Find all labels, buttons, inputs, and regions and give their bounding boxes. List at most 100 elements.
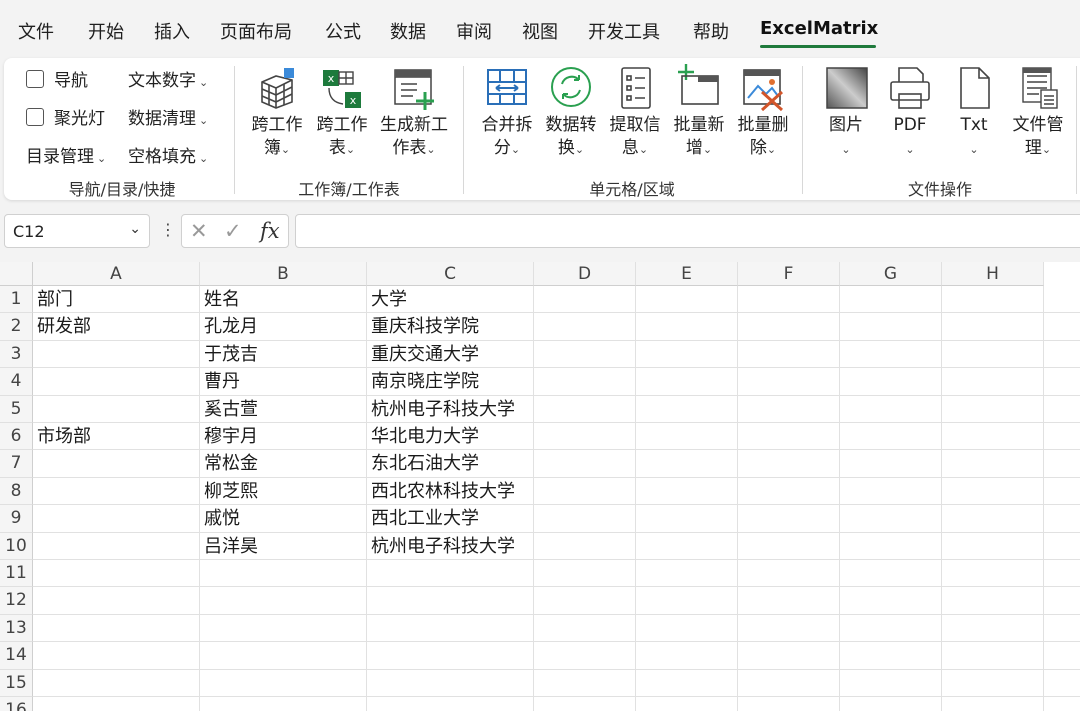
spotlight-checkbox[interactable]	[26, 107, 44, 126]
delete-image-icon	[740, 66, 786, 112]
confirm-icon[interactable]: ✓	[224, 219, 242, 243]
select-all-corner[interactable]	[0, 262, 33, 286]
cell-b10[interactable]: 吕洋昊	[200, 533, 258, 560]
cell-c8[interactable]: 西北农林科技大学	[367, 478, 515, 505]
name-box[interactable]: C12 ⌄	[4, 214, 150, 248]
cell-c4[interactable]: 南京晓庄学院	[367, 368, 479, 395]
tab-review[interactable]: 审阅	[456, 18, 492, 44]
row-header-7[interactable]: 7	[0, 450, 33, 478]
generate-sheet-button[interactable]: 生成新工 作表⌄	[376, 66, 452, 161]
gridline	[33, 696, 1080, 697]
cell-c3[interactable]: 重庆交通大学	[367, 341, 479, 368]
row-header-14[interactable]: 14	[0, 642, 33, 670]
cell-b2[interactable]: 孔龙月	[200, 313, 258, 340]
cell-b1[interactable]: 姓名	[200, 286, 240, 313]
pdf-export-button[interactable]: PDF ⌄	[882, 66, 938, 161]
pdf-label: PDF	[893, 115, 927, 135]
column-header-a[interactable]: A	[33, 262, 200, 286]
row-header-16[interactable]: 16	[0, 697, 33, 711]
merge-split-label-1: 合并拆	[481, 115, 533, 135]
batch-add-button[interactable]: 批量新 增⌄	[668, 62, 730, 161]
cell-c2[interactable]: 重庆科技学院	[367, 313, 479, 340]
tab-page-layout[interactable]: 页面布局	[220, 18, 292, 44]
cell-c1[interactable]: 大学	[367, 286, 407, 313]
column-header-h[interactable]: H	[942, 262, 1044, 286]
tab-insert[interactable]: 插入	[154, 18, 190, 44]
tab-excelmatrix[interactable]: ExcelMatrix	[760, 18, 878, 39]
tab-developer[interactable]: 开发工具	[588, 18, 660, 44]
column-header-g[interactable]: G	[840, 262, 942, 286]
gridline	[737, 286, 738, 711]
tab-data[interactable]: 数据	[390, 18, 426, 44]
row-header-6[interactable]: 6	[0, 423, 33, 451]
cell-b6[interactable]: 穆宇月	[200, 423, 258, 450]
cell-a6[interactable]: 市场部	[33, 423, 91, 450]
cell-c6[interactable]: 华北电力大学	[367, 423, 479, 450]
image-label: 图片	[829, 115, 863, 135]
cell-c7[interactable]: 东北石油大学	[367, 450, 479, 477]
cell-c9[interactable]: 西北工业大学	[367, 505, 479, 532]
tab-file[interactable]: 文件	[18, 18, 54, 44]
cell-b5[interactable]: 奚古萱	[200, 396, 258, 423]
gridline	[533, 286, 534, 711]
file-manage-button[interactable]: 文件管 理⌄	[1006, 66, 1070, 161]
gridline	[1043, 286, 1044, 711]
nav-checkbox-row[interactable]: 导航	[26, 66, 88, 91]
cell-a1[interactable]: 部门	[33, 286, 73, 313]
gridline	[33, 312, 1080, 314]
text-number-dropdown[interactable]: 文本数字 ⌄	[128, 66, 208, 91]
chevron-down-icon[interactable]: ⌄	[129, 221, 141, 237]
tab-home[interactable]: 开始	[88, 18, 124, 44]
toc-manage-dropdown[interactable]: 目录管理 ⌄	[26, 142, 106, 167]
spotlight-checkbox-row[interactable]: 聚光灯	[26, 104, 105, 129]
tab-formulas[interactable]: 公式	[325, 18, 361, 44]
cell-b8[interactable]: 柳芝熙	[200, 478, 258, 505]
data-clean-dropdown[interactable]: 数据清理 ⌄	[128, 104, 208, 129]
row-header-4[interactable]: 4	[0, 368, 33, 396]
merge-split-button[interactable]: 合并拆 分⌄	[476, 66, 538, 161]
column-header-f[interactable]: F	[738, 262, 840, 286]
chevron-down-icon: ⌄	[345, 143, 356, 156]
cross-sheet-button[interactable]: xx 跨工作 表⌄	[312, 66, 372, 161]
column-header-e[interactable]: E	[636, 262, 738, 286]
row-header-11[interactable]: 11	[0, 560, 33, 588]
batch-delete-label-1: 批量删	[737, 115, 789, 135]
blank-fill-dropdown[interactable]: 空格填充 ⌄	[128, 142, 208, 167]
generate-sheet-label-1: 生成新工	[380, 115, 448, 135]
row-header-3[interactable]: 3	[0, 340, 33, 369]
cell-b9[interactable]: 戚悦	[200, 505, 240, 532]
cancel-icon[interactable]: ✕	[190, 219, 208, 243]
nav-checkbox[interactable]	[26, 69, 44, 88]
column-header-c[interactable]: C	[367, 262, 534, 286]
new-sheet-icon	[391, 66, 437, 112]
extract-info-button[interactable]: 提取信 息⌄	[604, 66, 666, 161]
tab-help[interactable]: 帮助	[693, 18, 729, 44]
cell-c10[interactable]: 杭州电子科技大学	[367, 533, 515, 560]
data-convert-button[interactable]: 数据转 换⌄	[540, 66, 602, 161]
row-header-9[interactable]: 9	[0, 505, 33, 533]
row-header-5[interactable]: 5	[0, 395, 33, 423]
tab-view[interactable]: 视图	[522, 18, 558, 44]
column-header-b[interactable]: B	[200, 262, 367, 286]
formula-input[interactable]	[295, 214, 1080, 248]
row-header-8[interactable]: 8	[0, 477, 33, 506]
image-export-button[interactable]: 图片 ⌄	[818, 66, 874, 161]
cell-a2[interactable]: 研发部	[33, 313, 91, 340]
batch-delete-button[interactable]: 批量删 除⌄	[732, 66, 794, 161]
column-header-d[interactable]: D	[534, 262, 636, 286]
cell-b7[interactable]: 常松金	[200, 450, 258, 477]
insert-function-icon[interactable]: fx	[260, 219, 280, 243]
cell-c5[interactable]: 杭州电子科技大学	[367, 396, 515, 423]
cross-workbook-button[interactable]: 跨工作 簿⌄	[247, 66, 307, 161]
row-header-13[interactable]: 13	[0, 614, 33, 643]
txt-export-button[interactable]: Txt ⌄	[946, 66, 1002, 161]
cell-b3[interactable]: 于茂吉	[200, 341, 258, 368]
row-header-10[interactable]: 10	[0, 532, 33, 560]
cell-b4[interactable]: 曹丹	[200, 368, 240, 395]
chevron-down-icon: ⌄	[97, 152, 107, 165]
row-header-15[interactable]: 15	[0, 669, 33, 697]
row-header-12[interactable]: 12	[0, 587, 33, 615]
more-options-icon[interactable]: ⋮	[160, 220, 176, 239]
row-header-1[interactable]: 1	[0, 286, 33, 314]
row-header-2[interactable]: 2	[0, 313, 33, 341]
